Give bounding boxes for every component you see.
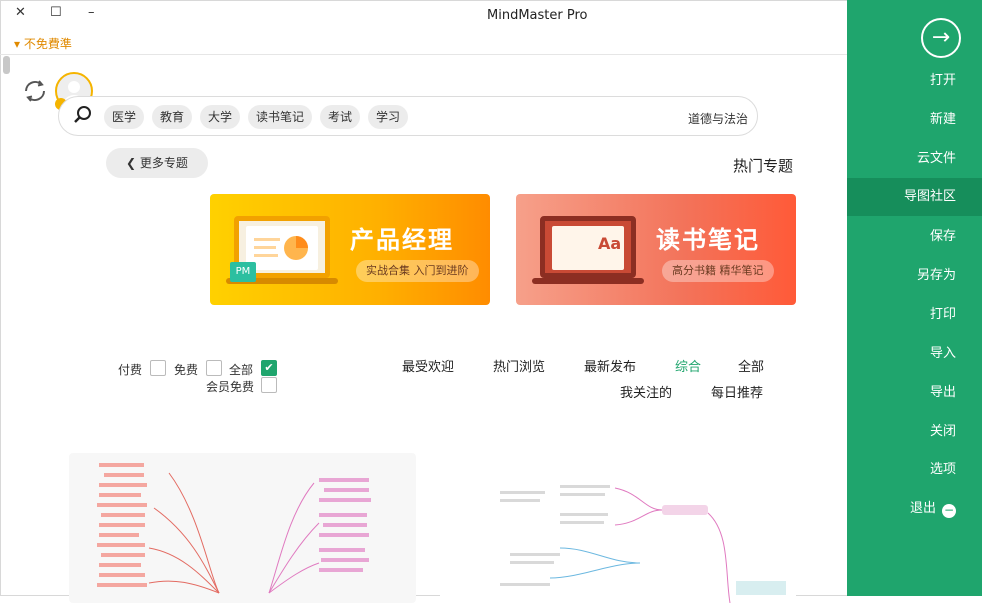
search-icon[interactable] [72, 104, 94, 126]
sidebar-item-new[interactable]: 新建 [847, 101, 982, 139]
template-card[interactable] [440, 453, 796, 603]
tab-hot[interactable]: 热门浏览 [493, 356, 545, 375]
search-tag[interactable]: 学习 [368, 105, 409, 129]
title-bar: ✕ ☐ – MindMaster Pro [0, 0, 847, 30]
more-topics-button[interactable]: ❮ 更多专题 [106, 148, 208, 178]
checkbox-label: 免费 [174, 363, 199, 377]
sidebar-item-export[interactable]: 导出 [847, 374, 982, 412]
sidebar-item-label: 新建 [929, 112, 956, 127]
sidebar-item-save-as[interactable]: 另存为 [847, 257, 982, 295]
banner-subtitle: 高分书籍 精华笔记 [662, 260, 774, 282]
sidebar-item-label: 保存 [929, 229, 956, 244]
banner-title: 读书笔记 [656, 226, 760, 254]
close-window-button[interactable]: ✕ [15, 5, 26, 20]
refresh-icon[interactable] [20, 76, 50, 106]
sidebar-item-cloud[interactable]: 云文件 [847, 140, 982, 178]
checkbox-label: 会员免费 [206, 380, 255, 394]
scrollbar-thumb[interactable] [3, 56, 10, 74]
sidebar-item-label: 打开 [929, 73, 956, 88]
sidebar-item-label: 关闭 [929, 424, 956, 439]
banner-title: 产品经理 [350, 226, 454, 254]
sidebar-item-community[interactable]: 导图社区 [847, 178, 982, 216]
sidebar-item-import[interactable]: 导入 [847, 335, 982, 373]
tab-following[interactable]: 我关注的 [620, 382, 672, 401]
checkbox-paid[interactable] [150, 360, 166, 376]
section-title: 热门专题 [733, 157, 794, 175]
chart-illustration [246, 226, 318, 270]
minimize-window-button[interactable]: – [88, 5, 95, 20]
sidebar-item-label: 另存为 [916, 268, 956, 283]
template-card[interactable] [69, 453, 416, 603]
app-title: MindMaster Pro [487, 8, 588, 23]
sidebar-item-print[interactable]: 打印 [847, 296, 982, 334]
laptop-base [532, 278, 644, 284]
sidebar-item-label: 云文件 [916, 151, 956, 166]
tab-latest[interactable]: 最新发布 [584, 356, 636, 375]
search-tag[interactable]: 教育 [152, 105, 193, 129]
more-topics-label: 更多专题 [139, 156, 188, 170]
pm-badge: PM [230, 262, 256, 282]
sidebar-item-label: 导入 [929, 346, 956, 361]
sidebar-item-open[interactable]: 打开 [847, 62, 982, 100]
sidebar-item-label: 退出 [909, 501, 936, 516]
maximize-window-button[interactable]: ☐ [50, 5, 62, 20]
divider [0, 54, 847, 55]
sidebar-item-exit[interactable]: 退出 − [847, 490, 982, 528]
sidebar-item-options[interactable]: 选项 [847, 451, 982, 489]
mindmap-thumbnail [500, 485, 786, 603]
banner-reading-notes[interactable]: Aa 读书笔记 高分书籍 精华笔记 [516, 194, 796, 305]
sidebar-item-close[interactable]: 关闭 [847, 413, 982, 451]
minus-circle-icon: − [942, 503, 956, 518]
sidebar-item-label: 打印 [929, 307, 956, 322]
arrow-right-circle-icon[interactable]: → [921, 18, 961, 58]
mindmap-thumbnail [97, 463, 371, 594]
checkbox-label: 付费 [118, 363, 143, 377]
banner-product-manager[interactable]: PM 产品经理 实战合集 入门到进阶 [210, 194, 490, 305]
search-tag[interactable]: 医学 [104, 105, 145, 129]
search-input[interactable]: 道德与法治 [688, 110, 748, 127]
sidebar-item-label: 导出 [929, 385, 956, 400]
search-tag[interactable]: 读书笔记 [248, 105, 313, 129]
sidebar-item-label: 导图社区 [903, 189, 956, 204]
tab-all[interactable]: 全部 [738, 356, 764, 375]
chevron-left-icon: ❮ [126, 156, 140, 170]
checkbox-member-free[interactable] [261, 377, 277, 393]
sidebar-item-save[interactable]: 保存 [847, 218, 982, 256]
banner-subtitle: 实战合集 入门到进阶 [356, 260, 479, 282]
ribbon-toggle[interactable]: ▾ 不免費準 [14, 35, 72, 52]
search-tag[interactable]: 考试 [320, 105, 361, 129]
checkbox-all[interactable]: ✔ [261, 360, 277, 376]
banner-glyph: Aa [598, 234, 622, 253]
checkbox-label: 全部 [229, 363, 254, 377]
tab-daily[interactable]: 每日推荐 [711, 382, 763, 401]
search-tag[interactable]: 大学 [200, 105, 241, 129]
checkbox-free[interactable] [206, 360, 222, 376]
sidebar-item-label: 选项 [929, 462, 956, 477]
tab-popular[interactable]: 最受欢迎 [402, 356, 454, 375]
tab-comprehensive[interactable]: 综合 [675, 356, 701, 375]
